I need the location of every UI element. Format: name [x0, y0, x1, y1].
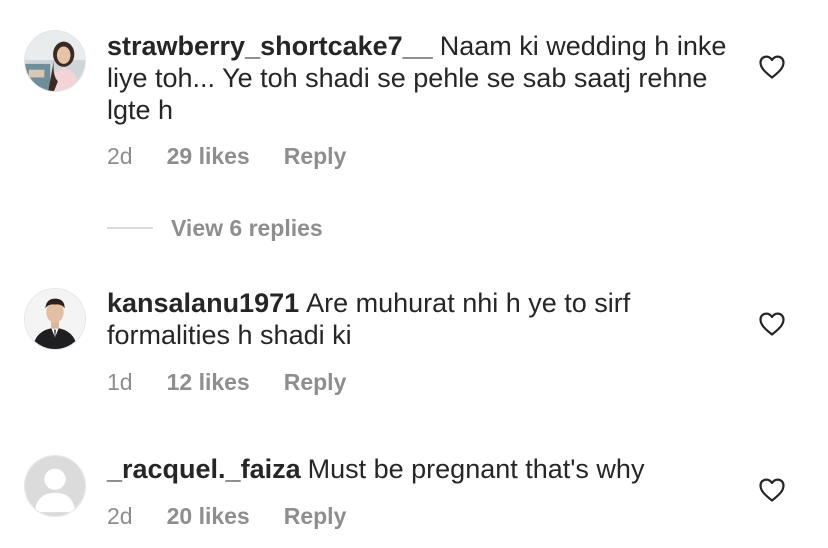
- comment-likes[interactable]: 12 likes: [167, 367, 250, 397]
- like-heart-icon[interactable]: [759, 478, 785, 502]
- comment-meta: 2d 29 likes Reply: [107, 141, 346, 171]
- default-avatar-icon: [25, 456, 85, 516]
- comment-likes[interactable]: 29 likes: [167, 141, 250, 171]
- comment-age: 2d: [107, 503, 133, 529]
- view-replies-button[interactable]: View 6 replies: [107, 213, 323, 243]
- comment-text: Must be pregnant that's why: [307, 454, 645, 484]
- profile-photo: [25, 31, 85, 91]
- avatar[interactable]: [24, 455, 86, 517]
- like-heart-icon[interactable]: [759, 55, 785, 79]
- reply-button[interactable]: Reply: [284, 367, 347, 397]
- avatar[interactable]: [24, 30, 86, 92]
- comment-meta: 2d 20 likes Reply: [107, 501, 346, 531]
- profile-photo: [25, 289, 85, 349]
- comment-meta: 1d 12 likes Reply: [107, 367, 346, 397]
- view-replies-label: View 6 replies: [171, 215, 323, 241]
- comment-body: strawberry_shortcake7__ Naam ki wedding h…: [107, 30, 727, 126]
- comment-likes[interactable]: 20 likes: [167, 501, 250, 531]
- like-heart-icon[interactable]: [759, 312, 785, 336]
- reply-button[interactable]: Reply: [284, 501, 347, 531]
- comment-username[interactable]: kansalanu1971: [107, 288, 299, 318]
- reply-button[interactable]: Reply: [284, 141, 347, 171]
- comment-body: kansalanu1971 Are muhurat nhi h ye to sir…: [107, 287, 727, 351]
- replies-divider-line: [107, 227, 153, 229]
- comment-age: 2d: [107, 143, 133, 169]
- avatar[interactable]: [24, 288, 86, 350]
- comment-username[interactable]: _racquel._faiza: [107, 454, 301, 484]
- comment-username[interactable]: strawberry_shortcake7__: [107, 31, 433, 61]
- comment-age: 1d: [107, 369, 133, 395]
- comment-body: _racquel._faiza Must be pregnant that's w…: [107, 453, 727, 485]
